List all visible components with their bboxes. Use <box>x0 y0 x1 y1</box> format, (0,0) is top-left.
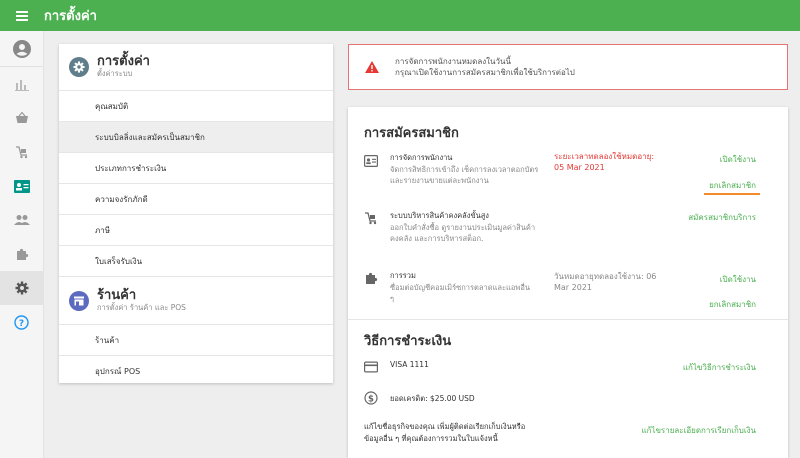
integration-expiry-date: Mar 2021 <box>554 283 592 292</box>
cancel-link-underline <box>704 193 760 195</box>
subscription-row-inventory: ระบบบริหารสินค้าคงคลังขั้นสูง ออกใบคำสั่… <box>364 209 774 249</box>
sidebar-item-customers[interactable] <box>0 203 43 237</box>
badge-icon <box>364 155 378 167</box>
menu-item-stores[interactable]: ร้านค้า <box>59 324 333 355</box>
help-icon: ? <box>14 314 29 330</box>
sidebar-item-integrations[interactable] <box>0 237 43 271</box>
alert-line-2: กรุณาเปิดใช้งานการสมัครสมาชิกเพื่อใช้บริ… <box>395 68 575 77</box>
store-section-title: ร้านค้า <box>97 287 137 303</box>
sidebar-item-help[interactable]: ? <box>0 305 43 339</box>
menu-item-billing[interactable]: ระบบบิลลิ่งและสมัครเป็นสมาชิก <box>59 121 333 152</box>
bar-chart-icon <box>14 80 29 91</box>
subscription-title: การจัดการพนักงาน <box>390 153 453 162</box>
subscription-row-integrations: การรวม ซื่อมต่อบัญชีคอมเมิร์ซการตลาดและแ… <box>364 269 774 313</box>
integration-expiry-status: วันหมดอายุทดลองใช้งาน: 06 Mar 2021 <box>554 271 679 293</box>
billing-details-row: แก้ไขชื่อธุรกิจของคุณ เพิ่มผู้ติดต่อเรีย… <box>364 421 774 447</box>
gear-icon <box>15 281 28 295</box>
menu-item-payment-types[interactable]: ประเภทการชำระเงิน <box>59 152 333 183</box>
warning-icon-wrap <box>349 61 395 73</box>
sidebar-item-employees[interactable] <box>0 169 43 203</box>
subscription-card: การสมัครสมาชิก การจัดการพนักงาน จัดการสิ… <box>348 107 788 458</box>
svg-text:?: ? <box>19 318 24 328</box>
store-section-subtitle: การตั้งค่า ร้านค้า และ POS <box>97 302 186 312</box>
inventory-cart-icon <box>365 212 377 225</box>
page-title: การตั้งค่า <box>44 9 97 24</box>
activate-link[interactable]: เปิดใช้งาน <box>720 153 756 166</box>
sidebar-item-settings[interactable] <box>0 271 43 305</box>
hamburger-menu-icon[interactable] <box>0 0 44 31</box>
edit-billing-details-link[interactable]: แก้ไขรายละเอียดการเรียกเก็บเงิน <box>641 424 756 437</box>
puzzle-icon <box>366 272 378 284</box>
credit-balance: ยอดเครดิต: $25.00 USD <box>390 394 475 403</box>
subscription-desc: ออกใบคำสั่งซื้อ ดูรายงานประเมินมูลค่าสิน… <box>390 223 536 243</box>
trial-expiry-status: ระยะเวลาทดลองใช้หมดอายุ: 05 Mar 2021 <box>554 151 679 173</box>
people-icon <box>13 215 30 225</box>
top-app-bar: การตั้งค่า <box>0 0 800 31</box>
billing-text-line-2: ข้อมูลอื่น ๆ ที่คุณต้องการรวมในใบแจ้งหนี… <box>364 434 498 443</box>
payment-card-row: VISA 1111 แก้ไขวิธีการชำระเงิน <box>364 359 774 375</box>
store-icon <box>74 296 84 305</box>
account-circle-icon <box>12 39 31 58</box>
edit-payment-method-link[interactable]: แก้ไขวิธีการชำระเงิน <box>683 361 756 374</box>
expiry-alert: การจัดการพนักงานหมดลงในวันนี้ กรุณาเปิดใ… <box>348 44 788 90</box>
trial-expiry-date: 05 Mar 2021 <box>554 163 605 172</box>
billing-details-text: แก้ไขชื่อธุรกิจของคุณ เพิ่มผู้ติดต่อเรีย… <box>364 421 525 445</box>
cart-icon <box>15 146 27 159</box>
svg-text:$: $ <box>368 394 374 404</box>
subscription-desc: จัดการสิทธิการเข้าถึง เช็คการลงเวลาตอกบั… <box>390 165 539 185</box>
settings-section-subtitle: ตั้งค่าระบบ <box>97 69 133 78</box>
dollar-circle-icon: $ <box>364 391 378 405</box>
subscription-title: ระบบบริหารสินค้าคงคลังขั้นสูง <box>390 211 489 220</box>
menu-item-receipts[interactable]: ใบเสร็จรับเงิน <box>59 245 333 276</box>
activate-link[interactable]: เปิดใช้งาน <box>720 273 756 286</box>
settings-section-title: การตั้งค่า <box>97 54 150 69</box>
subscription-row-employees: การจัดการพนักงาน จัดการสิทธิการเข้าถึง เ… <box>364 151 774 201</box>
subscriptions-heading: การสมัครสมาชิก <box>364 126 459 141</box>
billing-text-line-1: แก้ไขชื่อธุรกิจของคุณ เพิ่มผู้ติดต่อเรีย… <box>364 422 526 431</box>
sidebar-item-account[interactable] <box>0 31 43 67</box>
subscribe-link[interactable]: สมัครสมาชิกบริการ <box>688 211 756 224</box>
cancel-subscription-link[interactable]: ยกเลิกสมาชิก <box>709 179 756 192</box>
menu-item-taxes[interactable]: ภาษี <box>59 214 333 245</box>
store-section-header: ร้านค้า การตั้งค่า ร้านค้า และ POS <box>59 276 333 324</box>
id-card-icon <box>13 179 30 193</box>
basket-icon <box>15 111 28 123</box>
integration-expiry-label: วันหมดอายุทดลองใช้งาน: 06 <box>554 272 657 281</box>
menu-item-loyalty[interactable]: ความจงรักภักดี <box>59 183 333 214</box>
credit-row: $ ยอดเครดิต: $25.00 USD <box>364 391 774 407</box>
subscription-desc: ซื่อมต่อบัญชีคอมเมิร์ซการตลาดและแอพอื่น … <box>390 283 530 303</box>
cancel-subscription-link[interactable]: ยกเลิกสมาชิก <box>709 298 756 311</box>
payment-heading: วิธีการชำระเงิน <box>364 334 452 349</box>
gear-icon <box>73 61 85 73</box>
trial-expiry-label: ระยะเวลาทดลองใช้หมดอายุ: <box>554 152 655 161</box>
section-divider <box>348 319 788 320</box>
sidebar-item-items[interactable] <box>0 101 43 135</box>
settings-section-header: การตั้งค่า ตั้งค่าระบบ <box>59 44 333 90</box>
sidebar-item-reports[interactable] <box>0 67 43 101</box>
store-section-icon <box>69 290 89 311</box>
settings-menu-card: การตั้งค่า ตั้งค่าระบบ คุณสมบัติ ระบบบิล… <box>59 44 333 383</box>
sidebar-item-inventory[interactable] <box>0 135 43 169</box>
warning-icon <box>365 61 379 73</box>
subscription-title: การรวม <box>390 271 416 280</box>
alert-line-1: การจัดการพนักงานหมดลงในวันนี้ <box>395 57 511 66</box>
settings-section-icon <box>69 57 89 77</box>
card-label: VISA 1111 <box>390 360 429 369</box>
puzzle-icon <box>16 248 28 260</box>
credit-card-icon <box>364 361 378 373</box>
sidebar: ? <box>0 31 44 458</box>
menu-item-pos-devices[interactable]: อุปกรณ์ POS <box>59 355 333 386</box>
menu-item-features[interactable]: คุณสมบัติ <box>59 90 333 121</box>
